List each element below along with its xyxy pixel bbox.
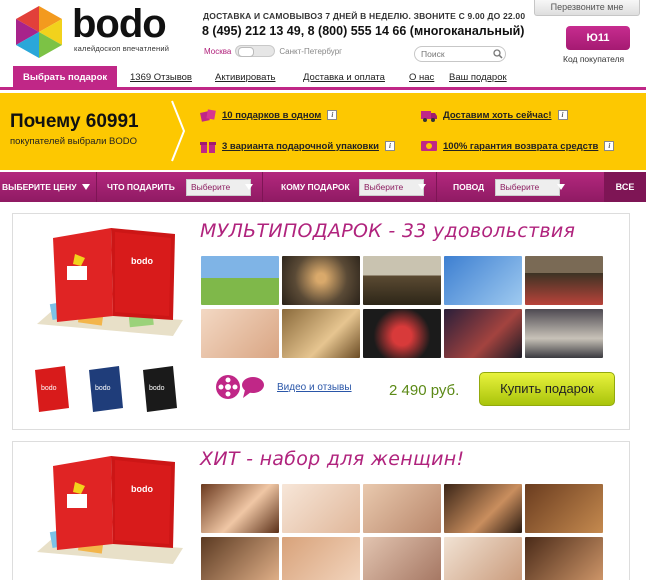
city-switch[interactable]: Москва Санкт-Петербург xyxy=(204,45,342,57)
callback-button[interactable]: Перезвоните мне xyxy=(534,0,640,16)
info-icon[interactable]: i xyxy=(327,110,338,120)
truck-icon xyxy=(421,111,437,122)
money-back-icon xyxy=(421,141,437,151)
photo-back-massage[interactable] xyxy=(363,484,441,533)
photo-3d-cinema[interactable] xyxy=(363,309,441,358)
info-icon[interactable]: i xyxy=(557,110,568,120)
benefit-label: 3 варианта подарочной упаковки xyxy=(222,140,379,152)
benefit-10-gifts[interactable]: 10 подарков в одном i xyxy=(200,107,338,123)
buy-gift-button[interactable]: Купить подарок xyxy=(479,372,615,406)
filter-separator xyxy=(96,172,97,202)
video-reviews-link[interactable]: Видео и отзывы xyxy=(277,382,352,393)
photo-sauna[interactable] xyxy=(525,484,603,533)
banner-subtitle: покупателей выбрали BODO xyxy=(10,136,137,147)
bodo-logo-icon[interactable] xyxy=(12,6,66,58)
photo-dance[interactable] xyxy=(444,309,522,358)
filter-all-button[interactable]: ВСЕ xyxy=(604,172,646,202)
svg-text:bodo: bodo xyxy=(149,385,165,392)
product-price: 2 490 руб. xyxy=(389,382,460,399)
filter-separator xyxy=(262,172,263,202)
nav-your-gift[interactable]: Ваш подарок xyxy=(449,66,507,87)
filter-what-select[interactable]: Выберите xyxy=(186,179,251,196)
main-nav: Выбрать подарок 1369 Отзывов Активироват… xyxy=(0,66,646,90)
photo-spa[interactable] xyxy=(201,484,279,533)
filter-whom-label: КОМУ ПОДАРОК xyxy=(281,182,350,192)
chevron-down-icon[interactable] xyxy=(418,184,426,190)
nav-activate[interactable]: Активировать xyxy=(215,66,276,87)
photo-oil[interactable] xyxy=(201,537,279,580)
banner-headline: Почему 60991 xyxy=(10,111,139,132)
svg-text:bodo: bodo xyxy=(95,385,111,392)
svg-text:bodo: bodo xyxy=(131,484,153,494)
benefits-banner: Почему 60991 покупателей выбрали BODO 10… xyxy=(0,93,646,170)
filter-price-label[interactable]: ВЫБЕРИТЕ ЦЕНУ xyxy=(2,172,77,202)
svg-text:bodo: bodo xyxy=(131,256,153,266)
benefit-delivery[interactable]: Доставим хоть сейчас! i xyxy=(421,107,568,123)
benefit-money-back[interactable]: 100% гарантия возврата средств i xyxy=(421,138,615,154)
product-card: bodo ХИТ - набор для женщин! xyxy=(12,441,630,580)
gift-box-image[interactable]: bodo xyxy=(33,452,183,570)
gift-box-image[interactable]: bodo xyxy=(33,224,183,342)
nav-choose-gift[interactable]: Выбрать подарок xyxy=(13,66,118,87)
benefit-packaging[interactable]: 3 варианта подарочной упаковки i xyxy=(200,138,395,154)
logo-tagline: калейдоскоп впечатлений xyxy=(74,44,170,53)
benefit-label: 10 подарков в одном xyxy=(222,109,322,121)
photo-stones[interactable] xyxy=(444,484,522,533)
photo-buggy[interactable] xyxy=(363,256,441,305)
photo-grid xyxy=(201,484,603,580)
chevron-down-icon[interactable] xyxy=(245,184,253,190)
nav-delivery-payment[interactable]: Доставка и оплата xyxy=(303,66,385,87)
nav-reviews[interactable]: 1369 Отзывов xyxy=(130,66,192,87)
product-title[interactable]: МУЛЬТИПОДАРОК - 33 удовольствия xyxy=(200,220,575,242)
chevron-down-icon[interactable] xyxy=(82,184,90,190)
filter-separator xyxy=(436,172,437,202)
gift-box-icon xyxy=(200,142,216,153)
filter-what-label: ЧТО ПОДАРИТЬ xyxy=(107,182,175,192)
packaging-variants-image[interactable]: bodo bodo bodo xyxy=(31,360,191,416)
filter-occasion-label: ПОВОД xyxy=(453,182,485,192)
product-card: bodo bodo bodo bodo МУЛЬТИПОДАРОК - 33 у… xyxy=(12,213,630,430)
benefit-label: 100% гарантия возврата средств xyxy=(443,140,599,152)
photo-tower[interactable] xyxy=(525,309,603,358)
photo-face[interactable] xyxy=(282,537,360,580)
photo-massage[interactable] xyxy=(282,484,360,533)
video-reel-icon[interactable] xyxy=(215,374,265,400)
svg-text:bodo: bodo xyxy=(41,385,57,392)
info-icon[interactable]: i xyxy=(384,141,395,151)
city-moscow[interactable]: Москва xyxy=(204,47,231,56)
phone-numbers: 8 (495) 212 13 49, 8 (800) 555 14 66 (мн… xyxy=(202,24,525,38)
nav-about[interactable]: О нас xyxy=(409,66,434,87)
product-title[interactable]: ХИТ - набор для женщин! xyxy=(200,448,464,470)
photo-food[interactable] xyxy=(282,309,360,358)
photo-zorb[interactable] xyxy=(201,256,279,305)
filter-bar: ВЫБЕРИТЕ ЦЕНУ ЧТО ПОДАРИТЬ Выберите КОМУ… xyxy=(0,172,646,202)
city-toggle-switch[interactable] xyxy=(235,45,276,57)
info-icon[interactable]: i xyxy=(604,141,615,151)
photo-grid xyxy=(201,256,603,358)
chevron-down-icon[interactable] xyxy=(557,184,565,190)
gifts-icon xyxy=(200,109,216,122)
photo-salon[interactable] xyxy=(525,537,603,580)
chevron-right-icon xyxy=(171,100,186,162)
photo-care[interactable] xyxy=(444,537,522,580)
logo-wordmark[interactable]: bodo xyxy=(72,2,167,46)
city-spb[interactable]: Санкт-Петербург xyxy=(279,47,342,56)
filter-whom-select[interactable]: Выберите xyxy=(359,179,424,196)
photo-massage[interactable] xyxy=(201,309,279,358)
photo-tunnel[interactable] xyxy=(282,256,360,305)
header: bodo калейдоскоп впечатлений ДОСТАВКА И … xyxy=(0,0,646,66)
photo-karting[interactable] xyxy=(525,256,603,305)
benefit-label: Доставим хоть сейчас! xyxy=(443,109,552,121)
delivery-info: ДОСТАВКА И САМОВЫВОЗ 7 ДНЕЙ В НЕДЕЛЮ. ЗВ… xyxy=(203,11,526,21)
photo-relax[interactable] xyxy=(363,537,441,580)
search-icon[interactable] xyxy=(493,49,503,59)
filter-occasion-select[interactable]: Выберите xyxy=(495,179,560,196)
customer-code-button[interactable]: Ю11 xyxy=(566,26,630,50)
photo-archery[interactable] xyxy=(444,256,522,305)
customer-code-label: Код покупателя xyxy=(563,54,625,64)
